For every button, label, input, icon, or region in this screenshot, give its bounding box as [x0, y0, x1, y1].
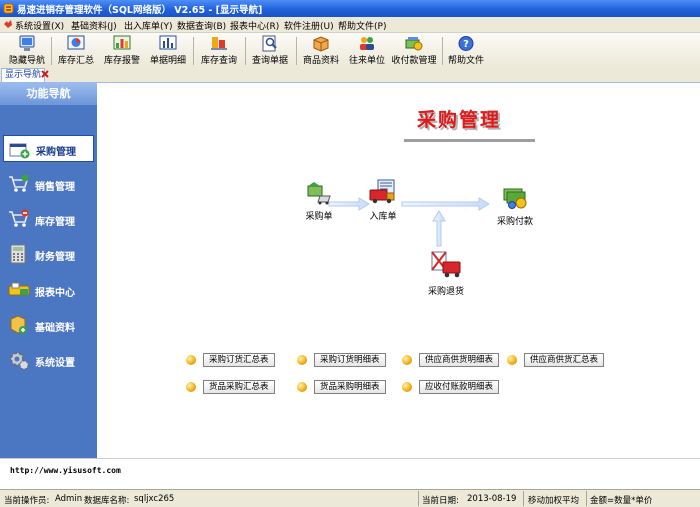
status-bar: 当前操作员: Admin 数据库名称: sqljxc265 当前日期: 2013… — [0, 489, 700, 507]
bullet-icon — [402, 355, 412, 365]
amount-formula: 金额=数量*单价 — [590, 496, 653, 506]
website-link[interactable]: http://www.yisusoft.com — [10, 466, 121, 475]
menu-report-center[interactable]: 报表中心(R) — [230, 19, 279, 32]
payment-icon — [405, 37, 423, 51]
bullet-icon — [297, 382, 307, 392]
sidebar-item-system-settings[interactable]: 系统设置 — [3, 347, 94, 374]
flow-purchase-payment[interactable]: 采购付款 — [493, 186, 537, 227]
flow-arrows — [328, 197, 490, 247]
document-detail-button[interactable]: 单据明细 — [148, 34, 188, 67]
title-bar: 易速进销存管理软件（SQL网络版） V2.65 - [显示导航] — [0, 0, 700, 17]
sidebar-item-purchase[interactable]: 采购管理 — [3, 135, 94, 162]
menu-data-query[interactable]: 数据查询(B) — [177, 19, 226, 32]
toolbar-separator — [442, 37, 443, 65]
sales-cart-icon — [9, 174, 29, 192]
url-bar: http://www.yisusoft.com — [0, 458, 700, 488]
window-title: 易速进销存管理软件（SQL网络版） V2.65 - [显示导航] — [17, 5, 263, 16]
stock-warning-button[interactable]: 库存报警 — [102, 34, 142, 67]
toolbar-separator — [296, 37, 297, 65]
menu-app-icon[interactable] — [3, 19, 13, 29]
bullet-icon — [186, 382, 196, 392]
svg-text:?: ? — [463, 39, 469, 50]
main-panel: 采购管理 采购单 入库单 采购付款 采购退货 采购订货汇总表 采购订货明细表 供… — [97, 83, 700, 458]
product-data-button[interactable]: 商品资料 — [301, 34, 341, 67]
hide-nav-button[interactable]: 隐藏导航 — [7, 34, 47, 67]
app-logo-icon — [3, 3, 14, 14]
toolbar-separator — [245, 37, 246, 65]
settings-gear-icon — [10, 352, 29, 370]
tab-show-navigation[interactable]: 显示导航 — [1, 68, 46, 82]
stock-in-truck-icon — [369, 179, 395, 204]
menu-bar: 系统设置(X) 基础资料(J) 出入库单(Y) 数据查询(B) 报表中心(R) … — [0, 17, 700, 33]
menu-basic-data[interactable]: 基础资料(J) — [71, 19, 117, 32]
sidebar-item-inventory[interactable]: 库存管理 — [3, 206, 94, 233]
search-document-icon — [262, 35, 277, 52]
operator-value: Admin — [55, 494, 83, 504]
menu-help[interactable]: 帮助文件(P) — [338, 19, 386, 32]
bullet-icon — [402, 382, 412, 392]
partner-units-icon — [360, 37, 374, 50]
inventory-cart-icon — [9, 209, 29, 227]
report-icon — [8, 282, 30, 296]
purchase-icon — [9, 143, 30, 159]
purchase-order-icon — [307, 182, 331, 205]
date-value: 2013-08-19 — [467, 494, 517, 504]
sidebar: 功能导航 采购管理 销售管理 库存管理 财务管理 报表中心 基础资料 系统设置 — [0, 83, 97, 458]
toolbar-separator — [51, 37, 52, 65]
close-icon[interactable] — [40, 69, 50, 79]
status-separator — [586, 491, 587, 506]
database-value: sqljxc265 — [134, 494, 175, 504]
purchase-payment-icon — [503, 188, 527, 209]
sidebar-item-basic-data[interactable]: 基础资料 — [3, 312, 94, 339]
flow-purchase-order[interactable]: 采购单 — [301, 181, 337, 222]
stock-query-icon — [211, 37, 227, 50]
help-icon: ? — [458, 36, 474, 51]
basic-data-icon — [10, 315, 27, 334]
calculator-icon — [10, 244, 26, 264]
bullet-icon — [186, 355, 196, 365]
bullet-icon — [507, 355, 517, 365]
stock-query-button[interactable]: 库存查询 — [199, 34, 239, 67]
flow-stock-in[interactable]: 入库单 — [363, 179, 403, 222]
date-label: 当前日期: — [422, 496, 459, 506]
bar-chart-icon — [159, 35, 177, 50]
sidebar-item-finance[interactable]: 财务管理 — [3, 241, 94, 268]
purchase-return-icon — [431, 251, 461, 278]
product-box-icon — [313, 36, 329, 52]
menu-system-settings[interactable]: 系统设置(X) — [15, 19, 64, 32]
warning-chart-icon — [113, 35, 131, 50]
cost-method: 移动加权平均 — [528, 496, 580, 506]
help-file-button[interactable]: ? 帮助文件 — [446, 34, 486, 67]
bullet-icon — [297, 355, 307, 365]
sidebar-item-report-center[interactable]: 报表中心 — [3, 277, 94, 304]
query-documents-button[interactable]: 查询单据 — [250, 34, 290, 67]
sidebar-header: 功能导航 — [0, 83, 97, 105]
operator-label: 当前操作员: — [4, 496, 50, 506]
status-separator — [418, 491, 419, 506]
tab-strip: 显示导航 — [0, 68, 700, 83]
toolbar: 隐藏导航 库存汇总 库存报警 单据明细 库存查询 查询单据 商品资料 往来单位 … — [0, 33, 700, 69]
payment-management-button[interactable]: 收付款管理 — [390, 34, 438, 67]
status-separator — [523, 491, 524, 506]
monitor-icon — [19, 35, 35, 51]
flow-purchase-return[interactable]: 采购退货 — [424, 250, 468, 297]
partner-units-button[interactable]: 往来单位 — [347, 34, 387, 67]
app-window: 易速进销存管理软件（SQL网络版） V2.65 - [显示导航] 系统设置(X)… — [0, 0, 700, 507]
menu-stock-documents[interactable]: 出入库单(Y) — [124, 19, 173, 32]
sidebar-item-sales[interactable]: 销售管理 — [3, 171, 94, 198]
menu-software-register[interactable]: 软件注册(U) — [284, 19, 334, 32]
database-label: 数据库名称: — [84, 496, 130, 506]
stock-summary-button[interactable]: 库存汇总 — [56, 34, 96, 67]
pie-chart-icon — [67, 35, 85, 50]
toolbar-separator — [193, 37, 194, 65]
